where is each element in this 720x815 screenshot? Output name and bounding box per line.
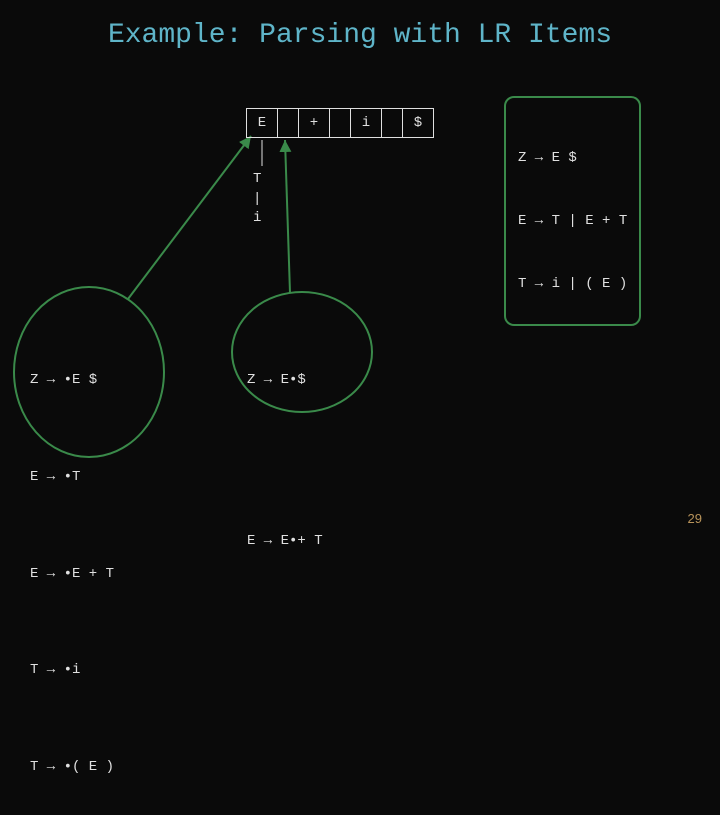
input-cell (277, 108, 299, 138)
input-cell: $ (402, 108, 434, 138)
lr-item: E → •T (30, 461, 114, 493)
input-tape: E + i $ (247, 108, 434, 138)
lr-item-set-left: Z → •E $ E → •T E → •E + T T → •i T → •(… (30, 300, 114, 815)
grammar-rule: Z → E $ (518, 148, 627, 169)
lr-item: T → •i (30, 654, 114, 686)
derivation-step: | (253, 190, 261, 210)
input-cell: i (350, 108, 382, 138)
derivation-step: i (253, 209, 261, 229)
input-cell (381, 108, 403, 138)
lr-item: E → E•+ T (247, 525, 323, 557)
page-title: Example: Parsing with LR Items (0, 0, 720, 51)
input-cell: E (246, 108, 278, 138)
grammar-box: Z → E $ E → T | E + T T → i | ( E ) (504, 96, 641, 326)
lr-item: Z → E•$ (247, 364, 323, 396)
derivation-step: T (253, 170, 261, 190)
input-cell: + (298, 108, 330, 138)
lr-item: E → •E + T (30, 558, 114, 590)
grammar-rule: T → i | ( E ) (518, 274, 627, 295)
input-cell (329, 108, 351, 138)
lr-item-set-right: Z → E•$ E → E•+ T (247, 300, 323, 590)
lr-item: T → •( E ) (30, 751, 114, 783)
derivation-column: T | i (253, 170, 261, 229)
lr-item: Z → •E $ (30, 364, 114, 396)
grammar-rule: E → T | E + T (518, 211, 627, 232)
page-number: 29 (688, 511, 702, 526)
